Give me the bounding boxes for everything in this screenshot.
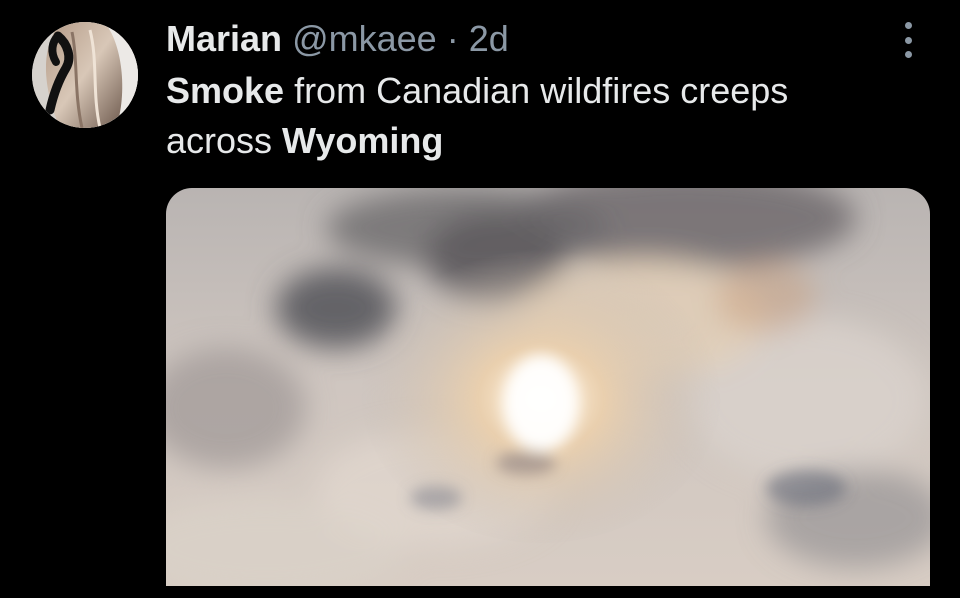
author-name[interactable]: Marian [166, 18, 282, 59]
tweet-text: Smoke from Canadian wildfires creeps acro… [166, 66, 906, 166]
separator-dot: · [446, 18, 459, 59]
author-handle[interactable]: @mkaee [292, 18, 437, 59]
more-dot [904, 51, 912, 58]
avatar[interactable] [32, 22, 138, 128]
tweet[interactable]: Marian @mkaee · 2d Smoke from Canadian w… [0, 0, 960, 598]
tweet-text-segment: across [166, 120, 283, 161]
tweet-media-image[interactable] [166, 188, 930, 586]
more-dot [904, 36, 912, 44]
tweet-content: Marian @mkaee · 2d Smoke from Canadian w… [166, 14, 906, 166]
tweet-header: Marian @mkaee · 2d [166, 14, 906, 64]
tweet-text-bold-wyoming: Wyoming [282, 120, 444, 161]
tweet-text-bold-smoke: Smoke [166, 70, 285, 111]
smoky-sky-photo [166, 188, 930, 586]
tweet-text-segment: from Canadian wildfires creeps [284, 70, 789, 111]
timestamp[interactable]: 2d [469, 18, 509, 59]
more-dot [904, 22, 912, 29]
more-vertical-icon[interactable] [896, 20, 920, 60]
avatar-image [32, 22, 138, 128]
